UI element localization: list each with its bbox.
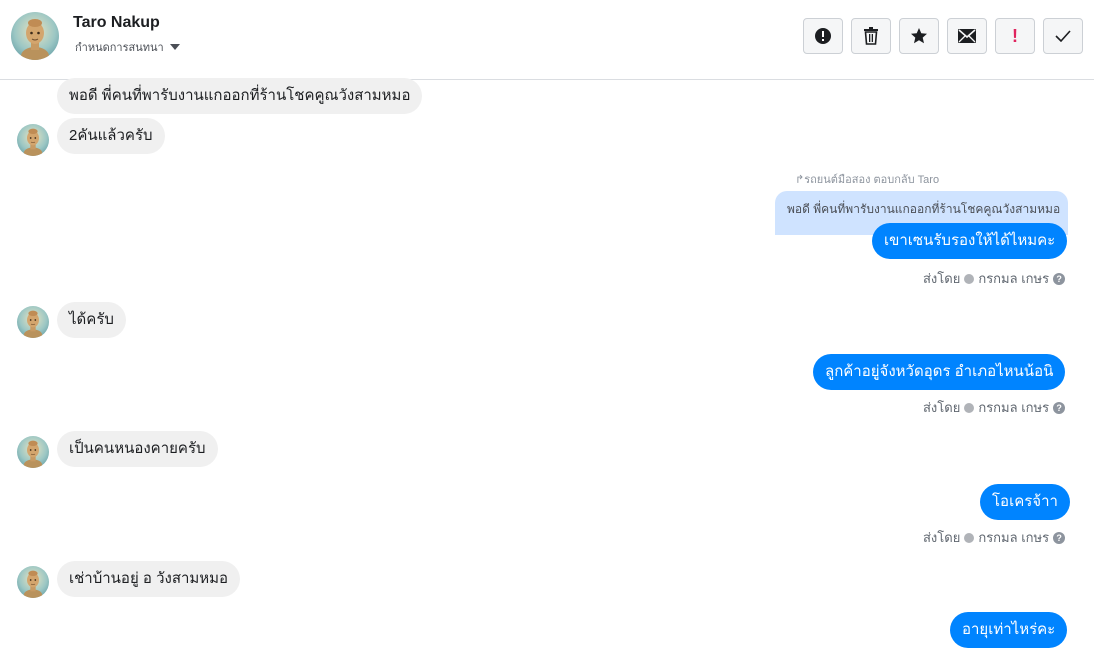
outgoing-message[interactable]: โอเครจ้าา xyxy=(980,484,1070,520)
assign-label: กำหนดการสนทนา xyxy=(75,42,164,54)
envelope-icon xyxy=(958,29,976,43)
verified-icon xyxy=(964,532,975,543)
incoming-message[interactable]: ได้ครับ xyxy=(57,302,126,338)
contact-avatar-small xyxy=(17,566,49,598)
sent-by-prefix: ส่งโดย xyxy=(923,271,961,286)
contact-avatar-small xyxy=(17,306,49,338)
check-icon xyxy=(1055,30,1071,42)
reply-note: ↱รถยนต์มือสอง ตอบกลับ Taro xyxy=(795,170,939,188)
incoming-message[interactable]: เช่าบ้านอยู่ อ วังสามหมอ xyxy=(57,561,241,597)
reply-arrow-icon: ↱ xyxy=(795,174,805,186)
verified-icon xyxy=(964,402,975,413)
mark-done-button[interactable] xyxy=(1043,18,1083,54)
star-icon xyxy=(911,28,927,44)
help-icon[interactable]: ? xyxy=(1053,401,1066,414)
sent-by-name[interactable]: กรกมล เกษร xyxy=(978,397,1049,418)
verified-icon xyxy=(964,273,975,284)
contact-name[interactable]: Taro Nakup xyxy=(73,14,160,32)
incoming-message[interactable]: พอดี พี่คนที่พารับงานแกออกที่ร้านโชคคูณว… xyxy=(57,78,423,114)
contact-avatar[interactable] xyxy=(11,12,59,60)
outgoing-message[interactable]: เขาเซนรับรองให้ได้ไหมคะ xyxy=(872,223,1068,259)
delete-button[interactable] xyxy=(851,18,891,54)
incoming-message[interactable]: 2คันแล้วครับ xyxy=(57,118,165,154)
sent-by-line: ส่งโดย กรกมล เกษร ? xyxy=(923,268,1066,289)
star-button[interactable] xyxy=(899,18,939,54)
sent-by-prefix: ส่งโดย xyxy=(923,400,961,415)
contact-avatar-small xyxy=(17,124,49,156)
incoming-message[interactable]: เป็นคนหนองคายครับ xyxy=(57,431,218,467)
trash-icon xyxy=(864,27,878,45)
sent-by-prefix: ส่งโดย xyxy=(923,530,961,545)
caret-down-icon xyxy=(169,44,180,50)
contact-avatar-small xyxy=(17,436,49,468)
exclamation-icon: ! xyxy=(1012,26,1018,46)
sent-by-name[interactable]: กรกมล เกษร xyxy=(978,268,1049,289)
mark-unread-button[interactable] xyxy=(947,18,987,54)
alert-circle-icon xyxy=(815,28,831,44)
sent-by-name[interactable]: กรกมล เกษร xyxy=(978,527,1049,548)
reply-note-text: รถยนต์มือสอง ตอบกลับ Taro xyxy=(804,174,940,186)
sent-by-line: ส่งโดย กรกมล เกษร ? xyxy=(923,527,1066,548)
outgoing-message[interactable]: อายุเท่าไหร่คะ xyxy=(950,612,1068,648)
important-button[interactable]: ! xyxy=(995,18,1035,54)
help-icon[interactable]: ? xyxy=(1053,531,1066,544)
outgoing-message[interactable]: ลูกค้าอยู่จังหวัดอุดร อำเภอไหนน้อนิ xyxy=(813,354,1066,390)
assign-conversation-dropdown[interactable]: กำหนดการสนทนา xyxy=(75,38,180,56)
conversation-header: Taro Nakup กำหนดการสนทนา ! xyxy=(0,0,1094,80)
help-icon[interactable]: ? xyxy=(1053,272,1066,285)
spam-button[interactable] xyxy=(803,18,843,54)
sent-by-line: ส่งโดย กรกมล เกษร ? xyxy=(923,397,1066,418)
